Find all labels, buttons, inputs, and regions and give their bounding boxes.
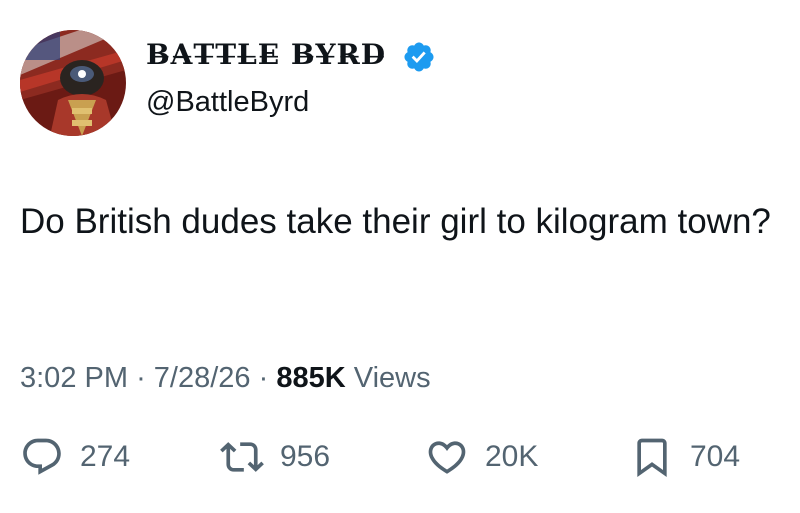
avatar[interactable]	[20, 30, 126, 136]
like-count: 20K	[485, 440, 539, 473]
heart-icon	[428, 441, 466, 474]
action-bar: 274 956 20K 704	[20, 432, 780, 482]
bookmark-button[interactable]: 704	[630, 432, 740, 482]
views-label: Views	[353, 362, 431, 394]
display-name[interactable]: B̶A̶T̶T̶L̶E̶ B̶Y̶R̶D̶	[146, 38, 386, 71]
tweet-text: Do British dudes take their girl to kilo…	[20, 202, 771, 241]
bookmark-count: 704	[690, 440, 741, 473]
verified-badge-icon	[402, 40, 436, 74]
meta-separator: ·	[258, 362, 269, 394]
reply-icon	[23, 438, 61, 475]
like-button[interactable]: 20K	[425, 432, 538, 482]
bookmark-icon	[637, 438, 667, 478]
user-handle[interactable]: @BattleByrd	[146, 86, 309, 119]
repost-button[interactable]: 956	[220, 432, 330, 482]
reply-button[interactable]: 274	[20, 432, 130, 482]
avatar-image	[20, 30, 126, 136]
tweet-time[interactable]: 3:02 PM	[20, 362, 128, 394]
tweet-date[interactable]: 7/28/26	[154, 362, 251, 394]
tweet-meta: 3:02 PM · 7/28/26 · 885K Views	[20, 362, 431, 395]
repost-icon	[220, 442, 264, 472]
views-count: 885K	[276, 362, 346, 394]
repost-count: 956	[280, 440, 331, 473]
reply-count: 274	[80, 440, 131, 473]
meta-separator: ·	[136, 362, 146, 394]
